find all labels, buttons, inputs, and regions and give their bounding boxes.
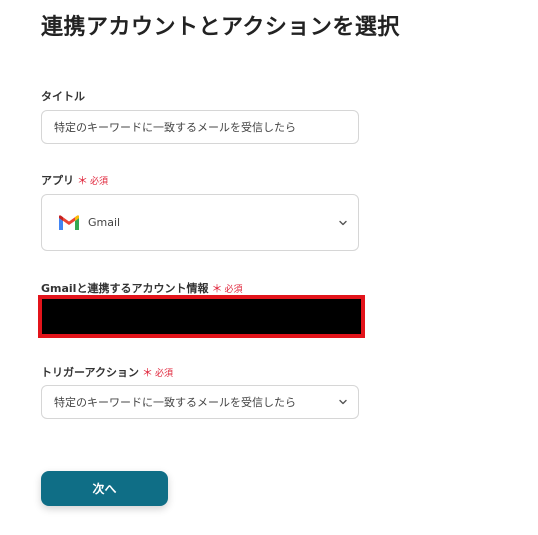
chevron-down-icon xyxy=(339,220,347,225)
app-field-label: アプリ ＊ 必須 xyxy=(41,172,108,188)
trigger-action-select[interactable]: 特定のキーワードに一致するメールを受信したら xyxy=(41,385,359,419)
required-badge: ＊ 必須 xyxy=(211,280,242,296)
title-field-label: タイトル xyxy=(41,88,85,104)
title-input[interactable]: 特定のキーワードに一致するメールを受信したら xyxy=(41,110,359,144)
required-text: 必須 xyxy=(155,368,174,379)
title-label-text: タイトル xyxy=(41,90,85,103)
trigger-field-label: トリガーアクション ＊ 必須 xyxy=(41,364,173,380)
required-text: 必須 xyxy=(224,284,243,295)
app-select-value: Gmail xyxy=(88,216,121,229)
required-badge: ＊ 必須 xyxy=(142,364,173,380)
required-star: ＊ xyxy=(211,282,223,295)
chevron-down-icon xyxy=(339,399,347,405)
next-button[interactable]: 次へ xyxy=(41,471,168,506)
app-select[interactable]: Gmail xyxy=(41,194,359,251)
required-star: ＊ xyxy=(142,366,154,379)
app-label-text: アプリ xyxy=(41,174,74,187)
required-star: ＊ xyxy=(77,174,88,187)
required-badge: ＊ 必須 xyxy=(77,172,108,188)
title-input-value: 特定のキーワードに一致するメールを受信したら xyxy=(54,121,296,134)
account-label-text: Gmailと連携するアカウント情報 xyxy=(41,282,209,295)
gmail-icon xyxy=(59,214,79,230)
account-field-label: Gmailと連携するアカウント情報 ＊ 必須 xyxy=(41,280,242,296)
trigger-label-text: トリガーアクション xyxy=(41,366,140,379)
trigger-select-value: 特定のキーワードに一致するメールを受信したら xyxy=(54,396,296,409)
account-select-redacted[interactable] xyxy=(38,295,365,338)
required-text: 必須 xyxy=(90,176,109,187)
page-title: 連携アカウントとアクションを選択 xyxy=(41,15,400,40)
